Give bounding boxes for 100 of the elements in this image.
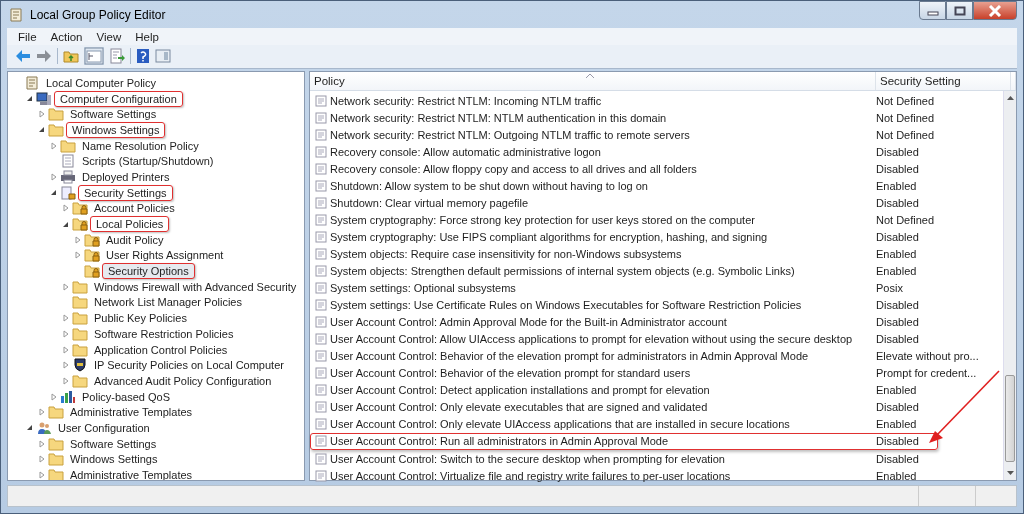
table-row[interactable]: Shutdown: Allow system to be shut down without having to log on Enabled — [310, 177, 1003, 195]
console-tree-icon[interactable] — [84, 47, 104, 65]
tree-item[interactable]: Security Settings — [78, 184, 173, 201]
tree-item[interactable]: Policy-based QoS — [78, 388, 175, 405]
tree-item[interactable]: Application Control Policies — [90, 341, 232, 358]
expand-arrow-icon[interactable] — [38, 439, 45, 448]
forward-icon[interactable] — [36, 49, 52, 63]
table-row[interactable]: Shutdown: Clear virtual memory pagefile Disabled — [310, 194, 1003, 212]
table-row[interactable]: Network security: Restrict NTLM: NTLM authentication in this domain Not Defined — [310, 109, 1003, 127]
policy-name[interactable]: Network security: Restrict NTLM: Outgoing NTLM traffic to remote servers — [330, 128, 690, 141]
expand-arrow-icon[interactable] — [62, 329, 69, 338]
menu-item[interactable]: Help — [128, 30, 166, 44]
table-row[interactable]: System objects: Require case insensitivity for non-Windows subsystems Enabled — [310, 245, 1003, 263]
table-row[interactable]: Recovery console: Allow floppy copy and access to all drives and all folders Disabled — [310, 160, 1003, 178]
table-row[interactable]: User Account Control: Switch to the secure desktop when prompting for elevation Disabled — [310, 450, 1003, 468]
collapse-arrow-icon[interactable] — [26, 424, 33, 432]
policy-name[interactable]: User Account Control: Virtualize file and registry write failures to per-user locations — [330, 469, 731, 482]
tree-item[interactable]: Windows Settings — [66, 451, 162, 468]
table-row[interactable]: User Account Control: Run all administrators in Admin Approval Mode Disabled — [310, 432, 938, 450]
expand-arrow-icon[interactable] — [62, 361, 69, 370]
policy-name[interactable]: User Account Control: Behavior of the elevation prompt for administrators in Admin Approval Mode — [330, 350, 809, 363]
tree-item[interactable]: Account Policies — [90, 200, 179, 217]
policy-name[interactable]: Shutdown: Clear virtual memory pagefile — [330, 196, 529, 209]
tree-item[interactable]: Security Options — [102, 263, 195, 280]
policy-name[interactable]: System cryptography: Force strong key protection for user keys stored on the computer — [330, 213, 755, 226]
expand-arrow-icon[interactable] — [38, 471, 45, 480]
table-row[interactable]: System settings: Use Certificate Rules on Windows Executables for Software Restriction Policies Disabled — [310, 296, 1003, 314]
table-row[interactable]: Network security: Restrict NTLM: Incoming NTLM traffic Not Defined — [310, 92, 1003, 110]
collapse-arrow-icon[interactable] — [38, 126, 45, 134]
tree-item[interactable]: Name Resolution Policy — [78, 137, 203, 154]
menu-item[interactable]: File — [11, 30, 44, 44]
table-row[interactable]: User Account Control: Only elevate UIAccess applications that are installed in secure locations Enabled — [310, 415, 1003, 433]
policy-name[interactable]: System cryptography: Use FIPS compliant algorithms for encryption, hashing, and signing — [330, 230, 768, 243]
table-row[interactable]: User Account Control: Behavior of the elevation prompt for administrators in Admin Approval Mode Elevate without pro... — [310, 347, 1003, 365]
vertical-scrollbar[interactable] — [1003, 91, 1016, 480]
table-row[interactable]: User Account Control: Only elevate executables that are signed and validated Disabled — [310, 398, 1003, 416]
policy-name[interactable]: System settings: Optional subsystems — [330, 282, 516, 295]
table-row[interactable]: Recovery console: Allow automatic administrative logon Disabled — [310, 143, 1003, 161]
policy-name[interactable]: System objects: Strengthen default permissions of internal system objects (e.g. Symbolic Links) — [330, 265, 795, 277]
policy-name[interactable]: User Account Control: Switch to the secure desktop when prompting for elevation — [330, 452, 725, 465]
policy-name[interactable]: User Account Control: Run all administrators in Admin Approval Mode — [330, 435, 669, 448]
policy-name[interactable]: System settings: Use Certificate Rules on Windows Executables for Software Restriction Policies — [330, 299, 802, 312]
tree-item[interactable]: Audit Policy — [102, 231, 168, 248]
policy-name[interactable]: User Account Control: Admin Approval Mode for the Built-in Administrator account — [330, 316, 727, 329]
tree-item[interactable]: User Configuration — [54, 419, 154, 436]
export-list-icon[interactable] — [109, 48, 125, 64]
table-row[interactable]: System settings: Optional subsystems Posix — [310, 279, 1003, 297]
table-row[interactable]: Network security: Restrict NTLM: Outgoing NTLM traffic to remote servers Not Defined — [310, 126, 1003, 144]
policy-name[interactable]: User Account Control: Allow UIAccess applications to prompt for elevation without using the secure desktop — [330, 333, 853, 346]
expand-arrow-icon[interactable] — [38, 408, 45, 417]
tree-item[interactable]: Administrative Templates — [66, 404, 197, 421]
tree-item[interactable]: Software Restriction Policies — [90, 325, 238, 342]
policy-name[interactable]: User Account Control: Only elevate UIAccess applications that are installed in secure locations — [330, 418, 790, 431]
table-row[interactable]: User Account Control: Detect application installations and prompt for elevation Enabled — [310, 381, 1003, 399]
table-row[interactable]: System cryptography: Use FIPS compliant algorithms for encryption, hashing, and signing Disabled — [310, 228, 1003, 246]
up-folder-icon[interactable] — [63, 48, 79, 64]
table-row[interactable]: System objects: Strengthen default permissions of internal system objects (e.g. Symbolic Links) Enabled — [310, 262, 1003, 280]
table-row[interactable]: User Account Control: Behavior of the elevation prompt for standard users Prompt for credent... — [310, 364, 1003, 382]
policy-name[interactable]: Recovery console: Allow automatic administrative logon — [330, 145, 601, 158]
tree-item[interactable]: Advanced Audit Policy Configuration — [90, 372, 276, 389]
table-row[interactable]: User Account Control: Allow UIAccess applications to prompt for elevation without using the secure desktop Disabled — [310, 330, 1003, 348]
expand-arrow-icon[interactable] — [74, 235, 81, 244]
minimize-button[interactable] — [919, 1, 946, 20]
collapse-arrow-icon[interactable] — [26, 95, 33, 103]
close-button[interactable] — [973, 1, 1017, 20]
table-row[interactable]: User Account Control: Virtualize file and registry write failures to per-user locations Enabled — [310, 467, 1003, 485]
expand-arrow-icon[interactable] — [62, 314, 69, 323]
scroll-down-icon[interactable] — [1006, 471, 1014, 475]
tree-item[interactable]: Software Settings — [66, 435, 161, 452]
table-row[interactable]: System cryptography: Force strong key protection for user keys stored on the computer Not Defined — [310, 211, 1003, 229]
policy-name[interactable]: Network security: Restrict NTLM: NTLM authentication in this domain — [330, 111, 667, 124]
maximize-button[interactable] — [946, 1, 973, 20]
help-icon[interactable] — [136, 48, 150, 64]
policy-name[interactable]: Network security: Restrict NTLM: Incoming NTLM traffic — [330, 94, 602, 107]
tree-item[interactable]: Scripts (Startup/Shutdown) — [78, 153, 218, 170]
tree-item[interactable]: Public Key Policies — [90, 310, 191, 327]
expand-arrow-icon[interactable] — [74, 251, 81, 260]
tree-item[interactable]: User Rights Assignment — [102, 247, 228, 264]
action-pane-icon[interactable] — [155, 48, 171, 64]
expand-arrow-icon[interactable] — [50, 172, 57, 181]
table-row[interactable]: User Account Control: Admin Approval Mode for the Built-in Administrator account Disabled — [310, 313, 1003, 331]
expand-arrow-icon[interactable] — [38, 455, 45, 464]
expand-arrow-icon[interactable] — [62, 345, 69, 354]
tree-item[interactable]: Deployed Printers — [78, 168, 174, 185]
column-header[interactable]: Security Setting — [876, 72, 1011, 90]
policy-name[interactable]: User Account Control: Detect application installations and prompt for elevation — [330, 384, 710, 397]
tree-item[interactable]: Windows Firewall with Advanced Security — [90, 278, 301, 295]
back-icon[interactable] — [15, 49, 31, 63]
collapse-arrow-icon[interactable] — [62, 220, 69, 228]
policy-name[interactable]: User Account Control: Behavior of the elevation prompt for standard users — [330, 367, 691, 380]
expand-arrow-icon[interactable] — [50, 392, 57, 401]
tree-item[interactable]: Network List Manager Policies — [90, 294, 246, 311]
expand-arrow-icon[interactable] — [50, 141, 57, 150]
collapse-arrow-icon[interactable] — [50, 189, 57, 197]
policy-name[interactable]: Recovery console: Allow floppy copy and access to all drives and all folders — [330, 162, 697, 175]
expand-arrow-icon[interactable] — [38, 110, 45, 119]
scroll-up-icon[interactable] — [1006, 96, 1014, 100]
tree-item[interactable]: Local Policies — [90, 216, 170, 233]
tree-item[interactable]: Computer Configuration — [54, 90, 183, 107]
policy-name[interactable]: Shutdown: Allow system to be shut down without having to log on — [330, 179, 648, 192]
